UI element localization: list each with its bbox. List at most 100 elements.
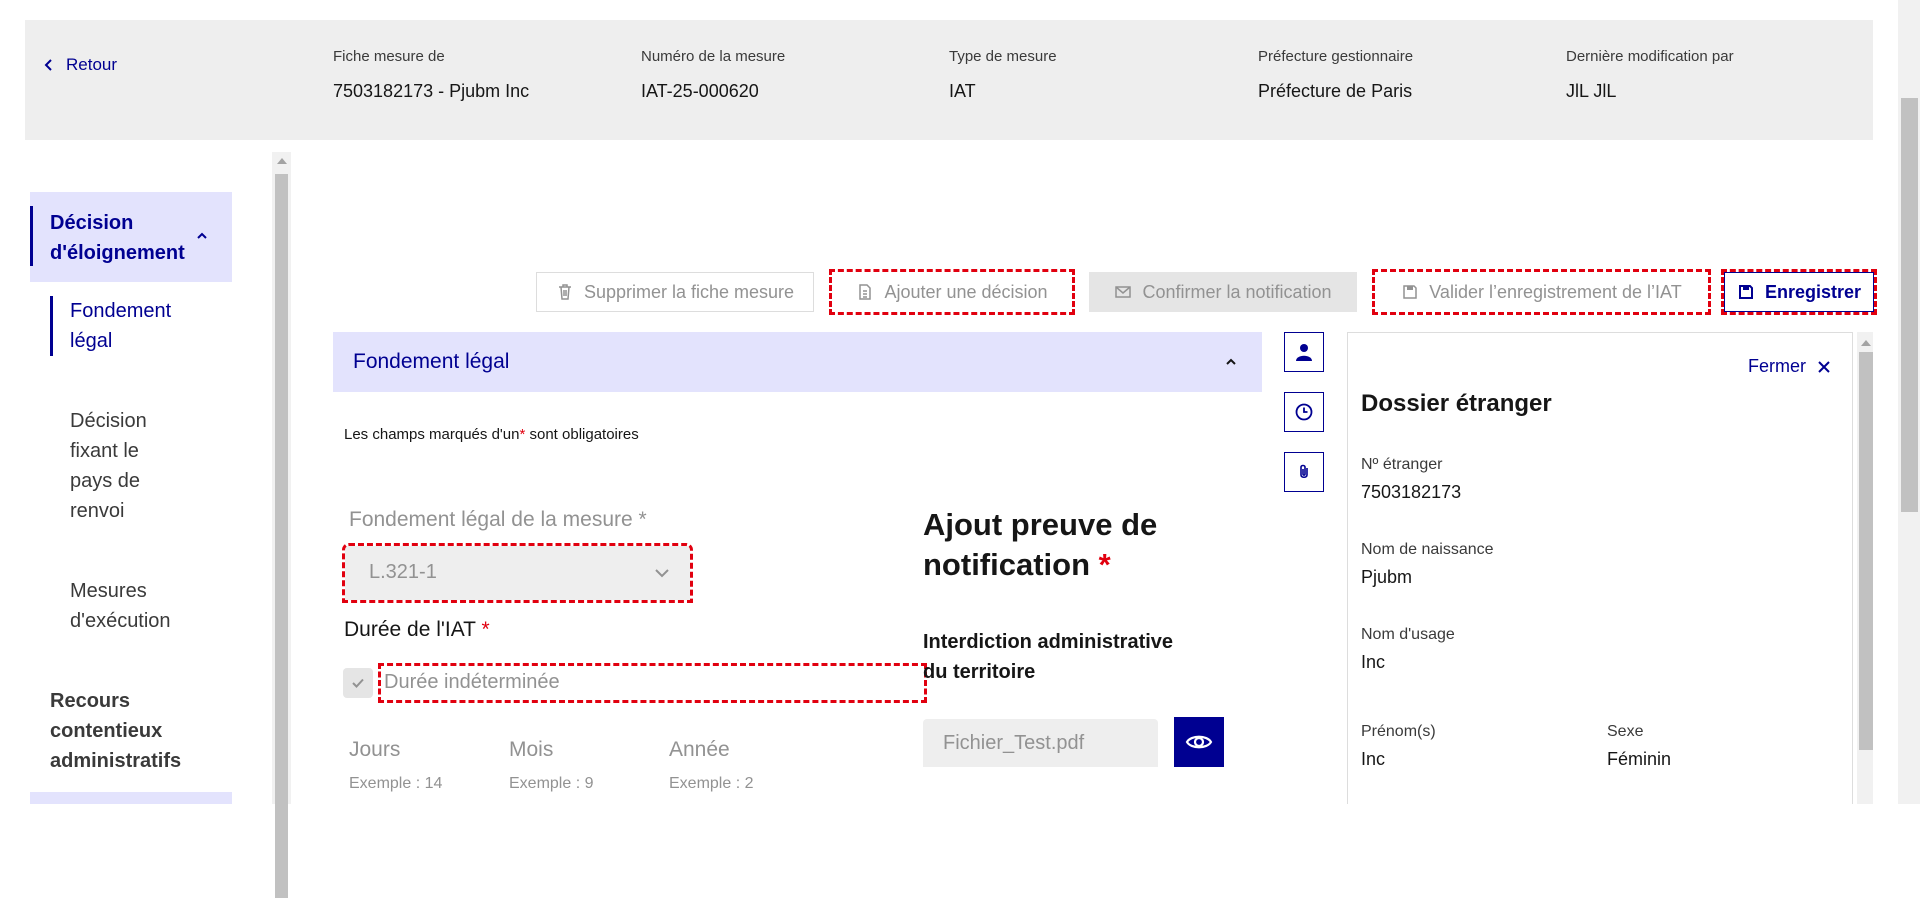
legal-basis-label-text: Fondement légal de la mesure bbox=[349, 508, 633, 531]
foreigner-file-panel: Fermer Dossier étranger Nº étranger 7503… bbox=[1347, 332, 1853, 804]
sidebar-item-fondement-legal[interactable]: Fondement légal bbox=[70, 296, 200, 356]
measure-info-bar: Retour Fiche mesure de 7503182173 - Pjub… bbox=[25, 20, 1873, 140]
panel-title: Dossier étranger bbox=[1361, 390, 1552, 417]
active-indicator bbox=[30, 206, 33, 266]
scroll-up-arrow[interactable] bbox=[277, 158, 287, 164]
sex-value: Féminin bbox=[1607, 749, 1672, 769]
proof-subtitle: Interdiction administrative du territoir… bbox=[923, 627, 1173, 687]
duration-label-text: Durée de l'IAT bbox=[344, 618, 476, 641]
delete-measure-label: Supprimer la fiche mesure bbox=[583, 281, 795, 302]
chevron-left-icon bbox=[44, 59, 52, 71]
chevron-up-icon bbox=[1226, 358, 1236, 365]
birth-name-value: Pjubm bbox=[1361, 567, 1413, 587]
foreigner-number-value: 7503182173 bbox=[1361, 482, 1462, 502]
close-panel-button[interactable]: Fermer bbox=[1748, 356, 1830, 377]
legal-basis-value: L.321-1 bbox=[369, 561, 437, 583]
sidebar-section-decision[interactable]: Décision d'éloignement bbox=[30, 192, 232, 282]
info-field-last-modified: Dernière modification par JlL JlL bbox=[1566, 48, 1734, 102]
proof-title: Ajout preuve de notification * bbox=[923, 505, 1157, 585]
floppy-disk-icon bbox=[1403, 285, 1418, 299]
undetermined-duration-checkbox[interactable] bbox=[343, 668, 373, 698]
delete-measure-button[interactable]: Supprimer la fiche mesure bbox=[536, 272, 814, 312]
info-label: Dernière modification par bbox=[1566, 48, 1734, 65]
months-label: Mois bbox=[509, 738, 554, 761]
info-field-numero: Numéro de la mesure IAT-25-000620 bbox=[641, 48, 785, 102]
duration-label: Durée de l'IAT * bbox=[344, 618, 490, 642]
first-names-label: Prénom(s) bbox=[1361, 723, 1436, 740]
accordion-fondement-legal[interactable]: Fondement légal bbox=[333, 332, 1262, 392]
floppy-disk-icon bbox=[1738, 285, 1753, 299]
year-label: Année bbox=[669, 738, 730, 761]
undetermined-duration-label[interactable]: Durée indéterminée bbox=[378, 663, 927, 703]
info-field-prefecture: Préfecture gestionnaire Préfecture de Pa… bbox=[1258, 48, 1413, 102]
back-link[interactable]: Retour bbox=[42, 55, 117, 75]
proof-title-line2: notification * bbox=[923, 545, 1157, 585]
sidebar-item-pays-renvoi[interactable]: Décision fixant le pays de renvoi bbox=[70, 406, 180, 526]
required-fields-hint: Les champs marqués d'un* sont obligatoir… bbox=[344, 426, 639, 443]
year-hint: Exemple : 2 bbox=[669, 775, 754, 792]
days-label: Jours bbox=[349, 738, 401, 761]
proof-subtitle-line2: du territoire bbox=[923, 661, 1036, 683]
chevron-up-icon bbox=[197, 232, 207, 239]
save-button[interactable]: Enregistrer bbox=[1721, 269, 1877, 315]
scrollbar-thumb[interactable] bbox=[1859, 352, 1873, 750]
validate-iat-button[interactable]: Valider l’enregistrement de l’IAT bbox=[1372, 269, 1711, 315]
close-label: Fermer bbox=[1748, 356, 1806, 376]
usage-name-label: Nom d'usage bbox=[1361, 626, 1455, 643]
document-icon bbox=[859, 284, 872, 300]
sidebar-section-title: Décision d'éloignement bbox=[50, 212, 185, 264]
proof-title-line2-text: notification bbox=[923, 547, 1091, 582]
eye-icon bbox=[1185, 735, 1213, 749]
chevron-down-icon bbox=[655, 569, 669, 578]
sidebar-section-recours[interactable]: Recours contentieux administratifs bbox=[50, 686, 230, 776]
user-icon bbox=[1296, 344, 1312, 361]
legal-basis-label: Fondement légal de la mesure * bbox=[349, 508, 647, 532]
info-value: 7503182173 - Pjubm Inc bbox=[333, 81, 530, 101]
info-field-fiche: Fiche mesure de 7503182173 - Pjubm Inc bbox=[333, 48, 529, 102]
required-asterisk: * bbox=[638, 508, 647, 531]
foreigner-number-label: Nº étranger bbox=[1361, 456, 1443, 473]
add-decision-label: Ajouter une décision bbox=[884, 281, 1048, 302]
person-panel-button[interactable] bbox=[1284, 332, 1324, 372]
hint-text-after: sont obligatoires bbox=[529, 426, 639, 443]
scrollbar-thumb[interactable] bbox=[1901, 98, 1918, 512]
paperclip-icon bbox=[1300, 464, 1308, 479]
sidebar-item-mesures-execution[interactable]: Mesures d'exécution bbox=[70, 576, 230, 636]
back-link-label: Retour bbox=[66, 55, 118, 74]
sidebar-scrollbar[interactable] bbox=[272, 152, 291, 898]
save-label: Enregistrer bbox=[1764, 281, 1862, 302]
birth-name-label: Nom de naissance bbox=[1361, 541, 1494, 558]
required-asterisk: * bbox=[1098, 547, 1111, 582]
accordion-title: Fondement légal bbox=[353, 350, 510, 373]
checkmark-icon bbox=[352, 678, 364, 688]
info-value: Préfecture de Paris bbox=[1258, 81, 1413, 101]
info-value: JlL JlL bbox=[1566, 81, 1617, 101]
required-asterisk: * bbox=[519, 426, 526, 443]
page-scrollbar[interactable] bbox=[1898, 0, 1920, 804]
info-label: Fiche mesure de bbox=[333, 48, 445, 65]
first-names-value: Inc bbox=[1361, 749, 1386, 769]
close-icon bbox=[1818, 360, 1830, 373]
days-hint: Exemple : 14 bbox=[349, 775, 443, 792]
scroll-up-arrow[interactable] bbox=[1861, 340, 1871, 346]
mail-icon bbox=[1115, 286, 1132, 298]
clock-icon bbox=[1295, 403, 1313, 421]
confirm-notification-button[interactable]: Confirmer la notification bbox=[1089, 272, 1357, 312]
scrollbar-thumb[interactable] bbox=[275, 174, 288, 898]
history-panel-button[interactable] bbox=[1284, 392, 1324, 432]
trash-icon bbox=[558, 284, 571, 300]
usage-name-value: Inc bbox=[1361, 652, 1386, 672]
panel-scrollbar[interactable] bbox=[1857, 332, 1873, 804]
info-label: Préfecture gestionnaire bbox=[1258, 48, 1414, 65]
add-decision-button[interactable]: Ajouter une décision bbox=[829, 269, 1075, 315]
attachments-panel-button[interactable] bbox=[1284, 452, 1324, 492]
sidebar-section-next[interactable] bbox=[30, 792, 232, 804]
legal-basis-select[interactable]: L.321-1 bbox=[342, 543, 693, 603]
info-value: IAT bbox=[949, 81, 976, 101]
proof-subtitle-line1: Interdiction administrative bbox=[923, 631, 1174, 653]
info-label: Type de mesure bbox=[949, 48, 1057, 65]
hint-text-before: Les champs marqués d'un bbox=[344, 426, 520, 443]
proof-file-field[interactable]: Fichier_Test.pdf bbox=[923, 719, 1158, 767]
info-field-type: Type de mesure IAT bbox=[949, 48, 1057, 102]
view-file-button[interactable] bbox=[1174, 717, 1224, 767]
